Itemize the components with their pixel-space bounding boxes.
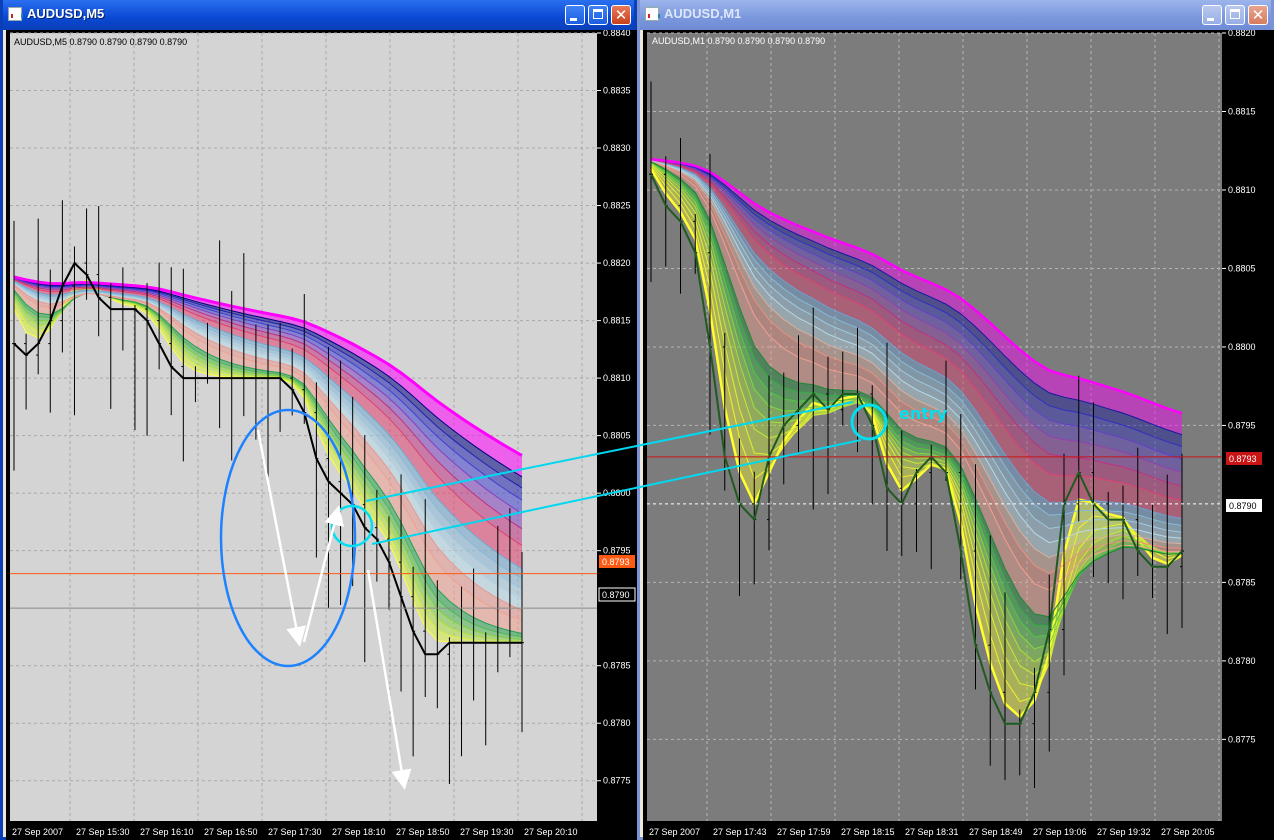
time-tick-label: 27 Sep 2007 (12, 827, 63, 837)
time-tick-label: 27 Sep 19:32 (1097, 827, 1151, 837)
price-tick-label: 0.8775 (1228, 734, 1256, 744)
chart-area[interactable]: 0.8840 0.8835 0.8830 0.8825 0.8820 0.8815 0.88… (6, 30, 637, 840)
time-tick-label: 27 Sep 18:49 (969, 827, 1023, 837)
chart-window-icon (8, 7, 23, 21)
price-tick-label: 0.8810 (1228, 185, 1256, 195)
bid-price-label: 0.8790 (1229, 501, 1257, 511)
time-tick-label: 27 Sep 18:15 (841, 827, 895, 837)
minimize-icon (570, 18, 577, 21)
minimize-button[interactable] (1202, 5, 1222, 25)
time-tick-label: 27 Sep 18:31 (905, 827, 959, 837)
price-tick-label: 0.8820 (1228, 30, 1256, 38)
price-tick-label: 0.8795 (1228, 420, 1256, 430)
time-axis: 27 Sep 2007 27 Sep 17:43 27 Sep 17:59 27 Se… (649, 827, 1215, 837)
time-tick-label: 27 Sep 17:43 (713, 827, 767, 837)
time-tick-label: 27 Sep 17:30 (268, 827, 322, 837)
title-bar[interactable]: AUDUSD,M5 ✕ (3, 0, 634, 30)
price-tick-label: 0.8775 (603, 776, 631, 786)
time-tick-label: 27 Sep 20:10 (524, 827, 578, 837)
price-tick-label: 0.8840 (603, 30, 631, 38)
entry-label: entry (899, 404, 948, 423)
price-tick-label: 0.8820 (603, 258, 631, 268)
price-tick-label: 0.8805 (603, 431, 631, 441)
ask-price-label: 0.8793 (1229, 454, 1257, 464)
bid-price-label: 0.8790 (602, 590, 630, 600)
maximize-icon (1230, 9, 1240, 19)
time-tick-label: 27 Sep 2007 (649, 827, 700, 837)
close-icon: ✕ (1251, 6, 1265, 24)
price-tick-label: 0.8810 (603, 373, 631, 383)
price-tick-label: 0.8800 (603, 488, 631, 498)
time-tick-label: 27 Sep 19:30 (460, 827, 514, 837)
price-tick-label: 0.8830 (603, 143, 631, 153)
minimize-icon (1207, 18, 1214, 21)
close-button[interactable]: ✕ (611, 5, 631, 25)
maximize-icon (593, 9, 603, 19)
window-title: AUDUSD,M1 (664, 6, 742, 21)
time-tick-label: 27 Sep 18:10 (332, 827, 386, 837)
price-tick-label: 0.8795 (603, 546, 631, 556)
title-bar[interactable]: AUDUSD,M1 ✕ (640, 0, 1271, 30)
maximize-button[interactable] (1225, 5, 1245, 25)
time-tick-label: 27 Sep 20:05 (1161, 827, 1215, 837)
chart-window-m5[interactable]: AUDUSD,M5 ✕ 0.8840 0.8835 0.8830 0.8825 0.88… (0, 0, 637, 840)
ohlc-header: AUDUSD,M5 0.8790 0.8790 0.8790 0.8790 (14, 37, 187, 47)
price-tick-label: 0.8825 (603, 201, 631, 211)
chart-window-m1[interactable]: AUDUSD,M1 ✕ 0.8820 0.8815 0.8810 0.8805 0.88… (637, 0, 1274, 840)
price-tick-label: 0.8835 (603, 86, 631, 96)
price-tick-label: 0.8780 (1228, 656, 1256, 666)
price-tick-label: 0.8800 (1228, 342, 1256, 352)
close-icon: ✕ (614, 6, 628, 24)
time-tick-label: 27 Sep 16:10 (140, 827, 194, 837)
window-title: AUDUSD,M5 (27, 6, 105, 21)
ask-price-label: 0.8793 (602, 557, 630, 567)
price-tick-label: 0.8785 (603, 661, 631, 671)
chart-area[interactable]: 0.8820 0.8815 0.8810 0.8805 0.8800 0.8795 0.87… (643, 30, 1274, 840)
chart-window-icon (645, 7, 660, 21)
time-tick-label: 27 Sep 19:06 (1033, 827, 1087, 837)
time-tick-label: 27 Sep 15:30 (76, 827, 130, 837)
time-tick-label: 27 Sep 17:59 (777, 827, 831, 837)
plot-background (10, 33, 597, 821)
time-tick-label: 27 Sep 16:50 (204, 827, 258, 837)
m5-chart-svg[interactable]: 0.8840 0.8835 0.8830 0.8825 0.8820 0.8815 0.88… (6, 30, 637, 840)
time-axis: 27 Sep 2007 27 Sep 15:30 27 Sep 16:10 27 Se… (12, 827, 578, 837)
maximize-button[interactable] (588, 5, 608, 25)
ohlc-header: AUDUSD,M1 0.8790 0.8790 0.8790 0.8790 (652, 36, 825, 46)
minimize-button[interactable] (565, 5, 585, 25)
price-tick-label: 0.8805 (1228, 263, 1256, 273)
m1-chart-svg[interactable]: 0.8820 0.8815 0.8810 0.8805 0.8800 0.8795 0.87… (643, 30, 1274, 840)
price-tick-label: 0.8785 (1228, 577, 1256, 587)
time-tick-label: 27 Sep 18:50 (396, 827, 450, 837)
close-button[interactable]: ✕ (1248, 5, 1268, 25)
price-tick-label: 0.8780 (603, 718, 631, 728)
price-tick-label: 0.8815 (1228, 106, 1256, 116)
price-tick-label: 0.8815 (603, 316, 631, 326)
